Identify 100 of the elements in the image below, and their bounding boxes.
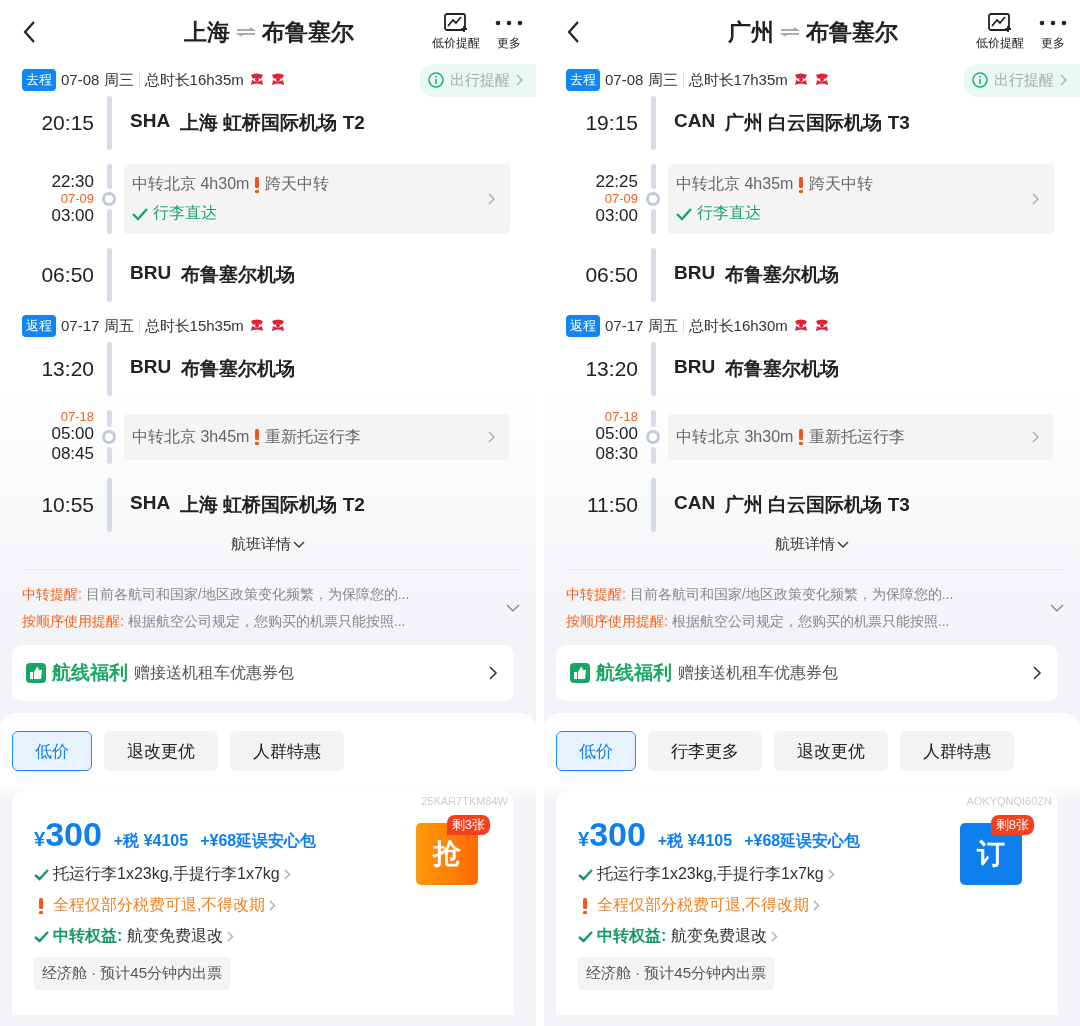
header-action-button[interactable]: 低价提醒 [976, 12, 1024, 52]
arrival-time: 10:55 [40, 493, 94, 517]
transfer-warning: 重新托运行李 [809, 426, 906, 447]
tax-amount: +税 ¥4105 [657, 831, 733, 851]
transfer-info-card[interactable]: 中转北京 3h45m 重新托运行李 [124, 414, 510, 460]
departure-time: 20:15 [40, 111, 94, 135]
transfer-node-icon [646, 430, 660, 444]
timeline-segment [106, 342, 112, 396]
check-icon [132, 206, 148, 221]
transfer-text: 中转北京 4h30m [132, 174, 250, 194]
filter-tab[interactable]: 低价 [556, 731, 636, 771]
transfer-info-card[interactable]: 中转北京 4h30m 跨天中转 行李直达 [124, 164, 510, 234]
filter-tab[interactable]: 人群特惠 [900, 731, 1014, 771]
next-day-date: 07-09 [604, 192, 638, 206]
airline-logo-icon [248, 319, 265, 333]
next-day-date: 07-09 [60, 192, 94, 206]
back-icon[interactable] [566, 20, 580, 44]
timeline-segment [650, 248, 656, 302]
more-icon [1038, 19, 1068, 26]
destination-city: 布鲁塞尔 [806, 17, 898, 47]
airport-name: 上海 虹桥国际机场 T2 [180, 493, 365, 517]
addon-package: +¥68延误安心包 [744, 831, 861, 851]
airport-code: SHA [130, 492, 171, 515]
leg-date: 07-17 周五 [61, 316, 134, 336]
leg-tag: 返程 [22, 315, 56, 337]
notice-text: 按顺序使用提醒: 根据航空公司规定，您购买的机票只能按照... [566, 613, 951, 631]
timeline-segment [650, 96, 656, 150]
seats-left-badge: 剩3张 [446, 815, 490, 835]
airline-logo-icon [792, 319, 809, 333]
chevron-down-icon[interactable] [506, 604, 520, 613]
fare-feature-text[interactable]: 托运行李1x23kg,手提行李1x7kg [53, 864, 280, 885]
route-benefit-card[interactable]: 航线福利 赠接送机租车优惠券包 [556, 645, 1058, 701]
thumbs-up-icon [26, 663, 46, 683]
timeline-segment [650, 342, 656, 396]
transfer-time: 08:45 [51, 444, 94, 464]
next-day-date: 07-18 [604, 410, 638, 424]
airline-logo-icon [269, 73, 286, 87]
chevron-down-icon [293, 540, 305, 549]
airport-name: 广州 白云国际机场 T3 [725, 111, 910, 135]
chevron-down-icon[interactable] [1050, 604, 1064, 613]
leg-duration: 总时长15h35m [144, 316, 244, 336]
fare-feature-text[interactable]: 中转权益: 航变免费退改 [597, 926, 767, 947]
leg-date: 07-08 周三 [61, 70, 134, 90]
baggage-through-text: 行李直达 [697, 203, 761, 223]
transfer-info-card[interactable]: 中转北京 3h30m 重新托运行李 [668, 414, 1054, 460]
leg-duration: 总时长16h30m [688, 316, 788, 336]
chevron-right-icon [1033, 666, 1042, 680]
check-icon [578, 930, 593, 943]
transfer-time: 03:00 [595, 206, 638, 226]
route-benefit-card[interactable]: 航线福利 赠接送机租车优惠券包 [12, 645, 514, 701]
leg-date: 07-17 周五 [605, 316, 678, 336]
timeline-segment [650, 447, 656, 464]
addon-package: +¥68延误安心包 [200, 831, 317, 851]
timeline-segment [650, 164, 656, 189]
timeline-segment [106, 447, 112, 464]
check-icon [34, 868, 49, 881]
transfer-warning: 跨天中转 [265, 174, 330, 194]
flight-details-link[interactable]: 航班详情 [225, 534, 311, 555]
chevron-right-icon [516, 74, 524, 86]
departure-time: 19:15 [584, 111, 638, 135]
chevron-right-icon [813, 900, 821, 911]
timeline-segment [650, 478, 656, 532]
flight-details-link[interactable]: 航班详情 [769, 534, 855, 555]
header-action-button[interactable]: 低价提醒 [432, 12, 480, 52]
transfer-text: 中转北京 3h30m [676, 426, 794, 447]
cabin-info: 经济舱 · 预计45分钟内出票 [578, 957, 774, 990]
more-icon [494, 19, 524, 26]
transfer-warning: 跨天中转 [809, 174, 874, 194]
filter-tab[interactable]: 低价 [12, 731, 92, 771]
airline-logo-icon [813, 73, 830, 87]
filter-tab[interactable]: 行李更多 [648, 731, 762, 771]
header-action-button[interactable]: 更多 [494, 12, 524, 52]
seats-left-badge: 剩8张 [990, 815, 1034, 835]
filter-tab[interactable]: 退改更优 [774, 731, 888, 771]
chevron-right-icon [1032, 193, 1040, 205]
chevron-right-icon [488, 193, 496, 205]
fare-feature-text[interactable]: 中转权益: 航变免费退改 [53, 926, 223, 947]
airline-logo-icon [269, 319, 286, 333]
timeline-segment [106, 410, 112, 427]
transfer-warning: 重新托运行李 [265, 426, 362, 447]
leg-tag: 去程 [22, 69, 56, 91]
chevron-right-icon [770, 931, 778, 942]
airport-code: SHA [130, 110, 171, 133]
transfer-info-card[interactable]: 中转北京 4h35m 跨天中转 行李直达 [668, 164, 1054, 234]
transfer-time: 05:00 [51, 424, 94, 444]
arrival-time: 11:50 [586, 493, 638, 517]
arrival-time: 06:50 [40, 263, 94, 287]
transfer-text: 中转北京 3h45m [132, 426, 250, 447]
back-icon[interactable] [22, 20, 36, 44]
leg-tag: 返程 [566, 315, 600, 337]
chevron-right-icon [1060, 74, 1068, 86]
filter-tab[interactable]: 退改更优 [104, 731, 218, 771]
benefit-text: 赠接送机租车优惠券包 [134, 662, 294, 683]
header-action-button[interactable]: 更多 [1038, 12, 1068, 52]
fare-feature-text[interactable]: 托运行李1x23kg,手提行李1x7kg [597, 864, 824, 885]
chart-icon [444, 12, 468, 33]
airport-code: CAN [674, 110, 716, 133]
airport-code: CAN [674, 492, 716, 515]
filter-tab[interactable]: 人群特惠 [230, 731, 344, 771]
chevron-down-icon [837, 540, 849, 549]
